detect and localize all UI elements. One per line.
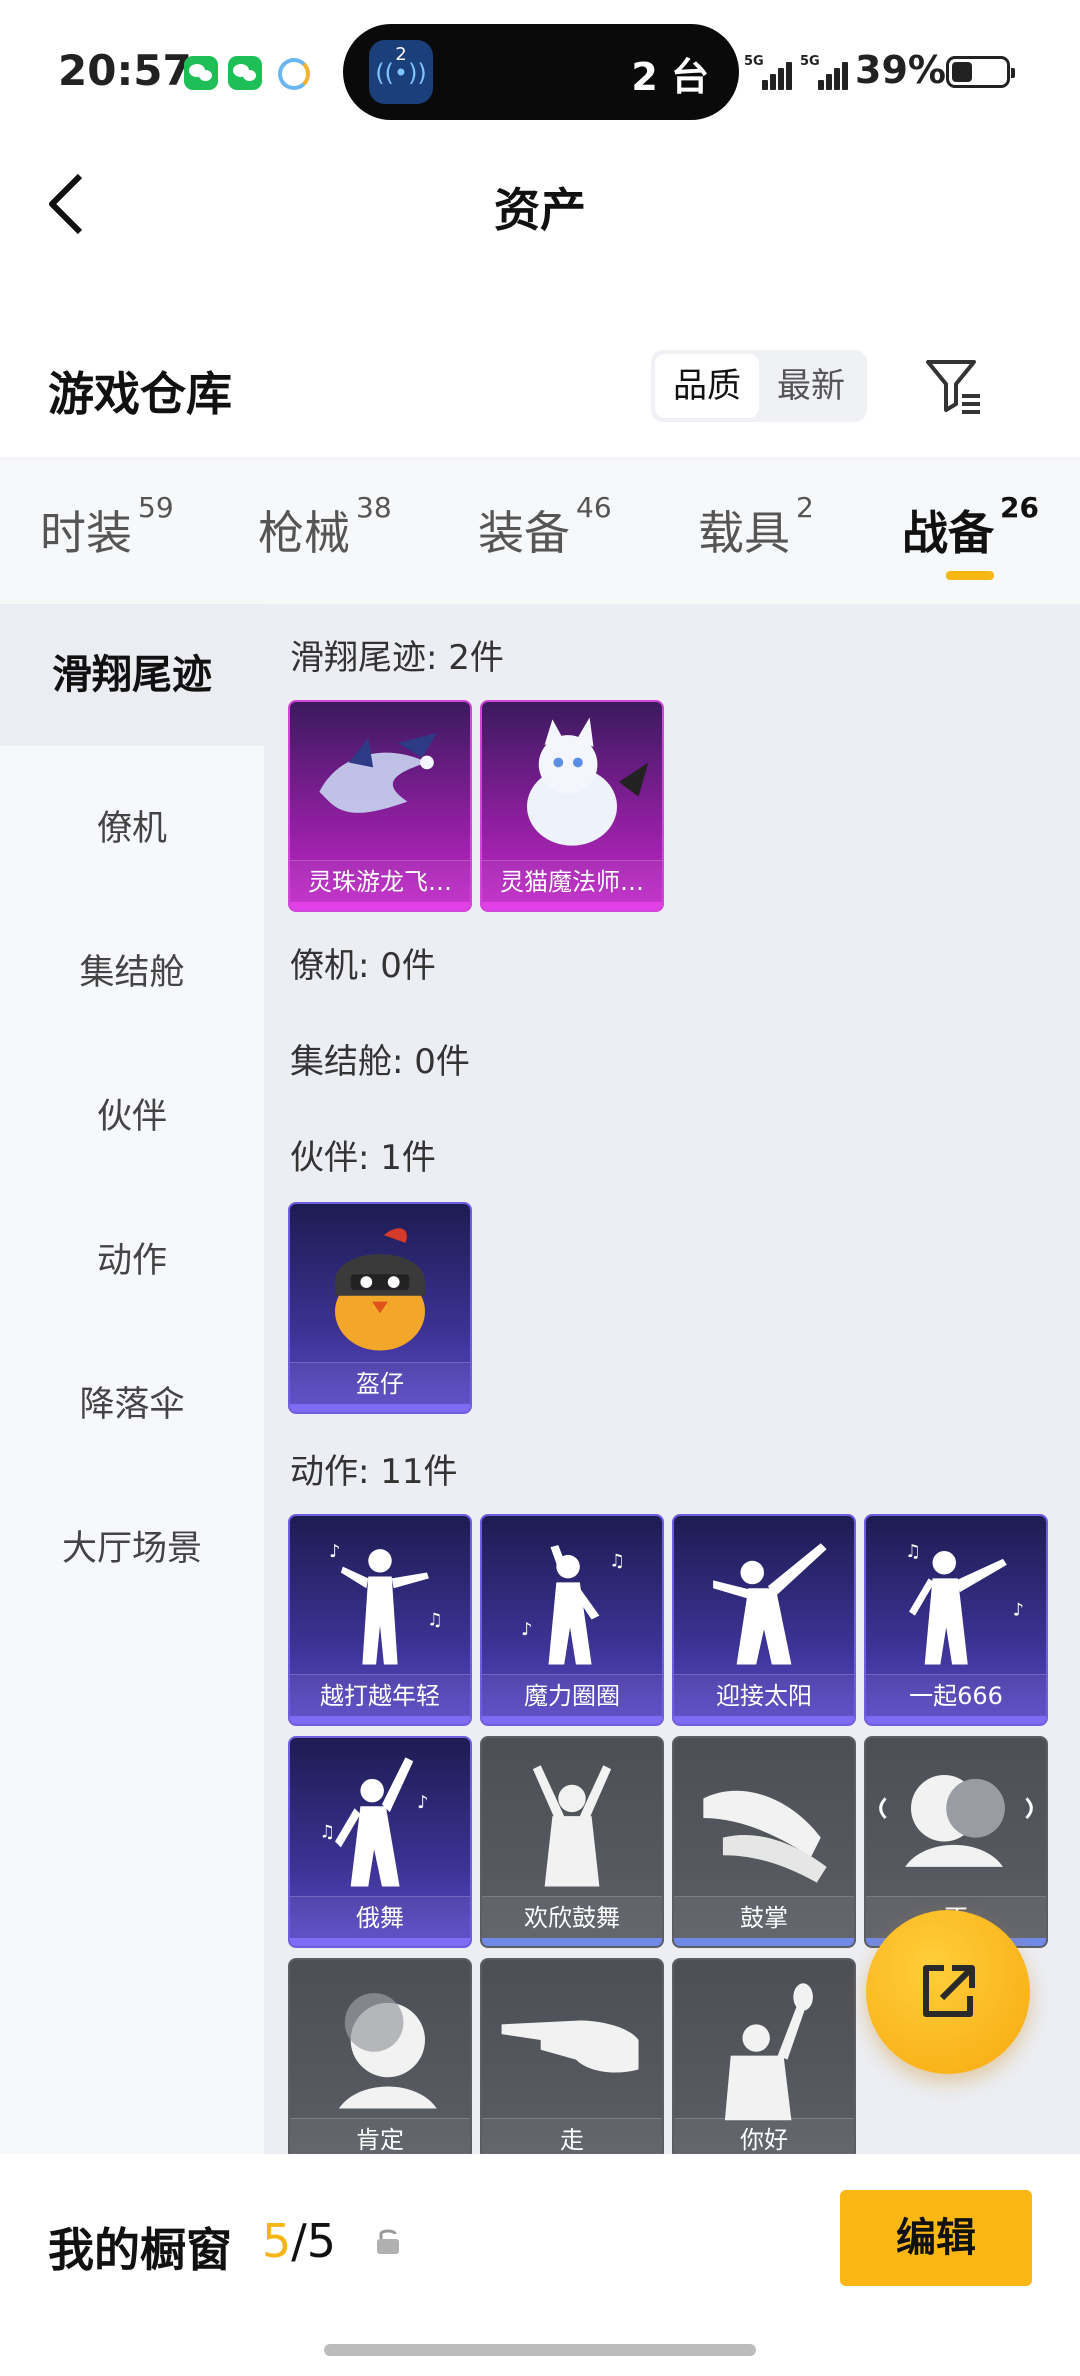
svg-text:♫: ♫ [905,1542,921,1562]
svg-text:♫: ♫ [427,1610,443,1630]
cat-art [527,717,649,846]
item-name: 欢欣鼓舞 [482,1896,662,1938]
dancer-silhouette-art: ♪♫ [319,1757,428,1887]
tab-guns[interactable]: 枪械 38 [258,491,392,563]
item-name: 鼓掌 [674,1896,854,1938]
svg-text:♪: ♪ [521,1620,532,1640]
sort-quality-button[interactable]: 品质 [655,354,759,418]
dancer-silhouette-art: ♪♫ [329,1542,443,1665]
group-title-wingman: 僚机: 0件 [290,946,436,986]
wechat-notification-icon [228,56,262,90]
svg-text:♪: ♪ [417,1793,428,1813]
battery-icon [946,56,1015,88]
item-name: 俄舞 [290,1896,470,1938]
dancer-silhouette-art [713,1543,827,1665]
edit-button[interactable]: 编辑 [840,2190,1032,2286]
share-external-icon [923,1965,975,2017]
item-card[interactable]: 灵珠游龙飞… [288,700,472,912]
svg-text:♪: ♪ [1013,1601,1024,1621]
item-card[interactable]: 迎接太阳 [672,1514,856,1726]
item-name: 灵珠游龙飞… [290,860,470,902]
active-tab-indicator [946,571,994,580]
item-name: 迎接太阳 [674,1674,854,1716]
item-card[interactable]: 欢欣鼓舞 [480,1736,664,1948]
sidebar-item-emote[interactable]: 动作 [0,1232,264,1283]
sidebar-item-partner[interactable]: 伙伴 [0,1088,264,1139]
category-tabs: 时装 59 枪械 38 装备 46 载具 2 战备 26 [0,458,1080,604]
tab-equipment[interactable]: 装备 46 [478,491,612,563]
tab-vehicles[interactable]: 载具 2 [698,491,814,563]
showcase-bar: 我的橱窗 5/5 编辑 [0,2154,1080,2376]
home-indicator[interactable] [324,2344,756,2356]
chick-helmet-art [335,1228,425,1351]
item-card[interactable]: ♫ ♪ 魔力圈圈 [480,1514,664,1726]
dynamic-island[interactable]: 2 ((•)) 2 台 [343,24,739,120]
group-title-rally-pod: 集结舱: 0件 [290,1042,470,1082]
wave-hello-art [724,1983,813,2121]
section-title: 游戏仓库 [48,367,232,421]
cellular-signal-icon: 5G [800,54,850,90]
sort-newest-button[interactable]: 最新 [759,354,863,418]
tab-fashion[interactable]: 时装 59 [40,491,174,563]
page-title: 资产 [494,183,586,237]
filter-button[interactable] [922,354,986,418]
nod-head-art [338,1993,437,2109]
share-fab-button[interactable] [866,1910,1030,2074]
svg-text:♫: ♫ [609,1552,625,1572]
group-title-glide: 滑翔尾迹: 2件 [290,638,504,678]
sort-toggle: 品质 最新 [651,350,867,422]
item-card[interactable]: 鼓掌 [672,1736,856,1948]
sidebar-item-wingman[interactable]: 僚机 [0,800,264,851]
item-card[interactable]: 肯定 [288,1958,472,2154]
status-bar: 20:57 2 ((•)) 2 台 5G 5G 39% [0,0,1080,140]
cheer-silhouette-art [532,1765,612,1887]
group-title-emote: 动作: 11件 [290,1452,458,1492]
sidebar-item-parachute[interactable]: 降落伞 [0,1376,264,1427]
filter-icon [926,360,980,414]
lock-icon [377,2229,399,2254]
dragon-art [319,733,437,813]
tab-combat-gear[interactable]: 战备 26 [902,491,1039,563]
item-name: 越打越年轻 [290,1674,470,1716]
item-name: 肯定 [290,2118,470,2154]
item-card[interactable]: 走 [480,1958,664,2154]
item-card[interactable]: 灵猫魔法师… [480,700,664,912]
sidebar-item-rally-pod[interactable]: 集结舱 [0,944,264,995]
item-name: 你好 [674,2118,854,2154]
item-name: 一起666 [866,1674,1046,1716]
pointing-hand-art [501,2020,639,2073]
item-card[interactable]: ♪ ♫ 俄舞 [288,1736,472,1948]
item-card[interactable]: 你好 [672,1958,856,2154]
item-card[interactable]: ♪ ♫ 越打越年轻 [288,1514,472,1726]
group-title-partner: 伙伴: 1件 [290,1138,436,1178]
item-card[interactable]: ♫ ♪ 一起666 [864,1514,1048,1726]
sidebar: 滑翔尾迹 僚机 集结舱 伙伴 动作 降落伞 大厅场景 [0,604,264,2154]
broadcast-icon: 2 ((•)) [369,40,433,104]
app-notification-icon [278,58,310,90]
item-name: 盔仔 [290,1362,470,1404]
sidebar-item-glide-trail[interactable]: 滑翔尾迹 [0,604,264,746]
cellular-signal-icon: 5G [744,54,794,90]
showcase-count: 5/5 [262,2214,337,2268]
status-time: 20:57 [58,46,192,95]
battery-percent: 39% [855,48,946,92]
item-name: 魔力圈圈 [482,1674,662,1716]
island-device-count: 2 台 [631,55,709,99]
clap-hands-art [703,1790,827,1883]
showcase-label: 我的橱窗 [48,2223,232,2277]
sidebar-item-lobby-scene[interactable]: 大厅场景 [0,1520,264,1571]
item-name: 走 [482,2118,662,2154]
item-card[interactable]: 盔仔 [288,1202,472,1414]
shake-head-art [879,1774,1033,1867]
wechat-notification-icon [184,56,218,90]
svg-text:♫: ♫ [319,1823,335,1843]
item-name: 灵猫魔法师… [482,860,662,902]
dancer-silhouette-art: ♫♪ [905,1542,1024,1665]
dancer-silhouette-art: ♫♪ [521,1545,625,1665]
svg-text:♪: ♪ [329,1542,340,1562]
